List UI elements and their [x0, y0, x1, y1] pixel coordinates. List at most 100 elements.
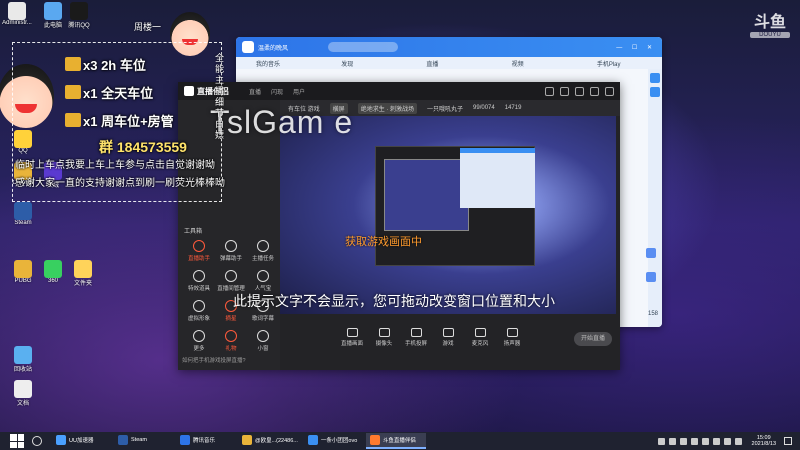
music-tab[interactable]: 发现: [321, 59, 406, 68]
desktop-icon-label: 回收站: [13, 367, 32, 373]
tool-item[interactable]: 主播任务: [248, 240, 278, 262]
maximize-icon[interactable]: [590, 86, 599, 96]
tray-icon[interactable]: [657, 437, 665, 445]
live-top-tab[interactable]: 直播: [249, 90, 261, 96]
taskbar-app-icon: [118, 435, 128, 445]
tray-icon[interactable]: [668, 437, 676, 445]
desktop-icon[interactable]: Steam: [8, 202, 38, 226]
tool-icon: [257, 240, 269, 252]
desktop-icon[interactable]: 文件夹: [68, 260, 98, 287]
taskbar-item[interactable]: @欧皇...(22486...: [238, 433, 302, 449]
live-controls: 直播画面 摄像头 手机投屏 游戏 麦克风 扬声器: [280, 322, 620, 352]
desktop-icon[interactable]: 回收站: [8, 346, 38, 373]
tool-icon: [193, 330, 205, 342]
tool-item[interactable]: 人气宝: [248, 270, 278, 292]
desktop-icon[interactable]: 腾讯QQ: [64, 2, 94, 29]
live-control[interactable]: 手机投屏: [404, 327, 428, 347]
live-control[interactable]: 麦克风: [468, 327, 492, 347]
desktop-icon-label: 360: [47, 278, 58, 284]
live-control[interactable]: 直播画面: [340, 327, 364, 347]
sticker-line: 临时上车点我要上车上车参与点击自觉谢谢呦: [15, 160, 215, 171]
search-icon[interactable]: [32, 436, 42, 446]
tool-icon: [225, 270, 237, 282]
desktop-icon[interactable]: Administr...: [2, 2, 32, 26]
music-search-input[interactable]: [328, 42, 399, 52]
taskbar-item[interactable]: 腾讯音乐: [176, 433, 236, 449]
tool-item[interactable]: 直播助手: [184, 240, 214, 262]
tray-icon[interactable]: [690, 437, 698, 445]
tool-item[interactable]: 虚拟形象: [184, 300, 214, 322]
close-icon[interactable]: [605, 86, 614, 96]
tool-label: 虚拟形象: [187, 316, 210, 322]
start-live-button[interactable]: 开始直播: [574, 332, 612, 346]
taskbar-item[interactable]: Steam: [114, 433, 174, 449]
tray-icon[interactable]: [679, 437, 687, 445]
app-icon: [44, 2, 62, 20]
tool-item[interactable]: 礼物: [216, 330, 246, 352]
live-control[interactable]: 扬声器: [500, 327, 524, 347]
taskbar-item[interactable]: 斗鱼直播伴侣: [365, 433, 426, 449]
tool-item[interactable]: 弹幕助手: [216, 240, 246, 262]
desktop-icon[interactable]: PUBG: [8, 260, 38, 284]
tool-label: 礼物: [225, 346, 237, 352]
tool-icon: [257, 270, 269, 282]
taskbar-app-icon: [307, 435, 318, 445]
music-titlebar[interactable]: 温柔的晚风 — ☐ ✕: [236, 37, 662, 57]
desktop-icon[interactable]: 文档: [8, 380, 38, 407]
tool-label: 主播任务: [251, 256, 274, 262]
notification-icon[interactable]: [784, 437, 792, 445]
taskbar-item-label: 一条小团团ovo: [320, 438, 358, 444]
taskbar-item[interactable]: 一条小团团ovo: [304, 433, 364, 449]
tray-icon[interactable]: [701, 437, 709, 445]
minimize-icon[interactable]: [575, 86, 584, 96]
live-top-tab[interactable]: 用户: [293, 90, 305, 96]
control-label: 手机投屏: [404, 340, 427, 347]
taskbar-item[interactable]: UU加速器: [52, 433, 112, 449]
desktop-icon-label: Administr...: [2, 20, 32, 26]
stream-preview[interactable]: [280, 116, 616, 314]
live-control[interactable]: 摄像头: [372, 327, 396, 347]
gift-icon: [65, 57, 81, 71]
capture-overlay-title: TslGam e: [210, 104, 354, 140]
settings-icon[interactable]: [560, 86, 569, 96]
tool-item[interactable]: 特效道具: [184, 270, 214, 292]
window-controls[interactable]: — ☐ ✕: [616, 44, 656, 51]
tray-icon[interactable]: [712, 437, 720, 445]
music-tab[interactable]: 手机Play: [577, 59, 662, 68]
app-icon: [14, 202, 32, 220]
side-float-button[interactable]: [646, 248, 656, 258]
side-float-button[interactable]: [646, 272, 656, 282]
tray-icon[interactable]: [723, 437, 731, 445]
live-control[interactable]: 游戏: [436, 327, 460, 347]
side-button[interactable]: [650, 73, 660, 83]
help-link[interactable]: 如何把手机游戏投屏直播?: [182, 356, 246, 364]
gift-icon: [65, 113, 81, 127]
app-icon: [74, 260, 92, 278]
message-icon[interactable]: [545, 86, 554, 96]
taskbar-app-icon: [242, 435, 252, 445]
tool-item[interactable]: 小窗: [248, 330, 278, 352]
start-button[interactable]: [10, 434, 24, 448]
tray-icon[interactable]: [734, 437, 742, 445]
music-tab[interactable]: 我的音乐: [236, 59, 321, 68]
desktop-icon[interactable]: 360: [38, 260, 68, 284]
clock[interactable]: 15:09 2021/8/13: [752, 435, 776, 447]
music-tab[interactable]: 直播: [406, 59, 491, 68]
tool-label: 更多: [193, 346, 205, 352]
overlay-sticker-panel: x3 2h 车位 x1 全天车位 x1 周车位+房管 群 184573559 临…: [12, 42, 227, 202]
side-button[interactable]: [650, 87, 660, 97]
taskbar-item-label: @欧皇...(22486...: [255, 438, 298, 444]
tool-item[interactable]: 直播间管理: [216, 270, 246, 292]
tool-icon: [193, 300, 205, 312]
douyu-logo-text: 斗鱼: [753, 14, 786, 31]
live-titlebar[interactable]: 直播伴侣 直播 闪现 用户: [178, 82, 620, 100]
nested-preview-inner: [384, 159, 469, 231]
tool-item[interactable]: 更多: [184, 330, 214, 352]
music-tab[interactable]: 视频: [492, 59, 577, 68]
desktop-icon-label: Steam: [14, 220, 32, 226]
control-label: 摄像头: [375, 340, 393, 347]
taskbar: UU加速器 Steam 腾讯音乐 @欧皇...(22486... 一条小团团ovo 斗鱼直…: [0, 432, 800, 450]
tool-icon: [257, 330, 269, 342]
live-top-tab[interactable]: 闪现: [271, 90, 283, 96]
tool-label: 特效道具: [187, 286, 210, 292]
